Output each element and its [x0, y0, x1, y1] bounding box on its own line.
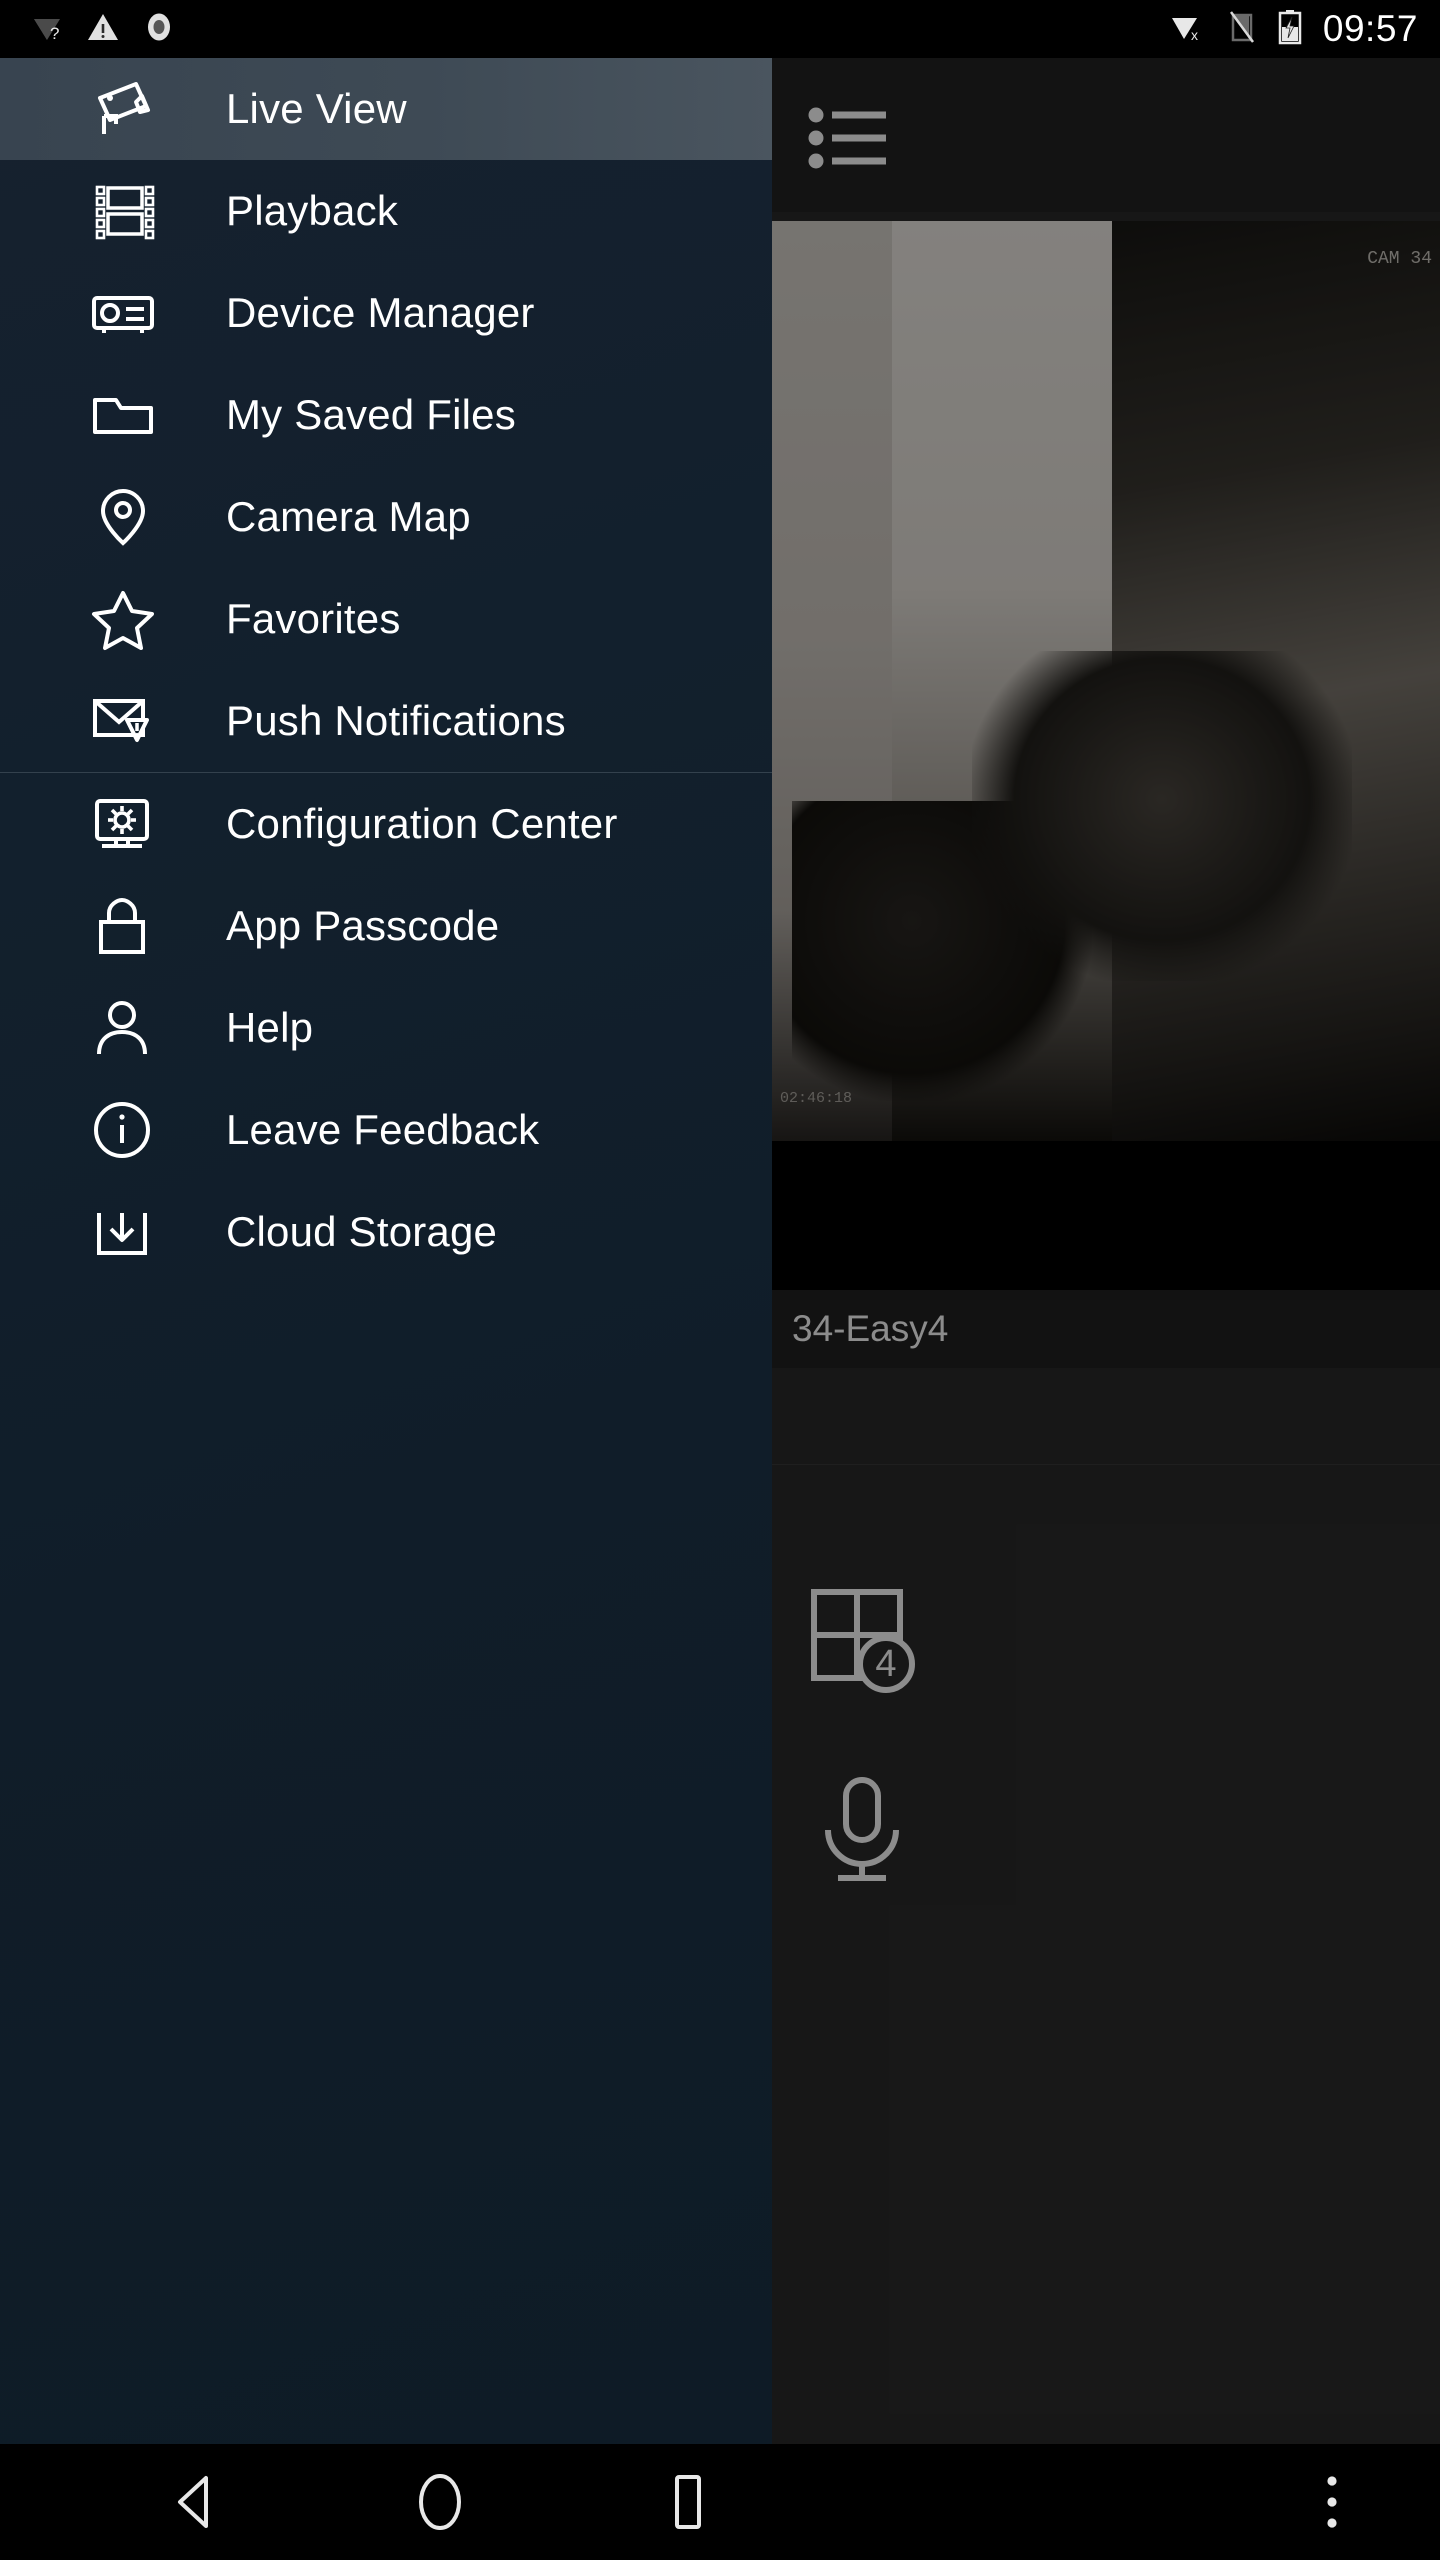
no-sim-icon: [1227, 10, 1257, 49]
menu-item-label: Device Manager: [226, 289, 535, 336]
battery-charging-icon: [1277, 9, 1303, 50]
menu-item-app-passcode[interactable]: App Passcode: [0, 875, 772, 977]
padlock-icon: [86, 889, 160, 963]
menu-item-playback[interactable]: Playback: [0, 160, 772, 262]
wifi-disconnected-icon: x: [1169, 10, 1207, 49]
menu-item-label: Playback: [226, 187, 399, 234]
menu-item-label: Leave Feedback: [226, 1106, 540, 1153]
android-nav-bar: [0, 2444, 1440, 2560]
wifi-unknown-icon: ?: [30, 10, 64, 49]
menu-item-camera-map[interactable]: Camera Map: [0, 466, 772, 568]
overflow-menu-icon[interactable]: [1272, 2444, 1392, 2560]
menu-item-label: Favorites: [226, 595, 401, 642]
menu-item-cloud-storage[interactable]: Cloud Storage: [0, 1181, 772, 1283]
drawer-menu-list: Live View Playback Device Manager My Sav…: [0, 58, 772, 1283]
cctv-camera-icon: [86, 72, 160, 146]
home-circle-icon[interactable]: [365, 2444, 515, 2560]
monitor-gear-icon: [86, 787, 160, 861]
app-screen: CAM 34 02:46:18 34-Easy4 4 Live View Pla…: [0, 0, 1440, 2560]
menu-item-label: My Saved Files: [226, 391, 516, 438]
menu-item-favorites[interactable]: Favorites: [0, 568, 772, 670]
menu-item-device-manager[interactable]: Device Manager: [0, 262, 772, 364]
navigation-drawer: Live View Playback Device Manager My Sav…: [0, 58, 772, 2444]
person-icon: [86, 991, 160, 1065]
warning-triangle-icon: [86, 10, 120, 49]
svg-text:?: ?: [50, 24, 59, 43]
menu-item-label: App Passcode: [226, 902, 500, 949]
back-triangle-icon[interactable]: [120, 2444, 270, 2560]
star-icon: [86, 582, 160, 656]
info-circle-icon: [86, 1093, 160, 1167]
film-strip-icon: [86, 174, 160, 248]
menu-item-label: Configuration Center: [226, 800, 618, 847]
map-pin-icon: [86, 480, 160, 554]
recents-square-icon[interactable]: [612, 2444, 762, 2560]
menu-item-label: Push Notifications: [226, 697, 566, 744]
dvr-device-icon: [86, 276, 160, 350]
menu-item-push-notifications[interactable]: Push Notifications: [0, 670, 772, 772]
svg-text:x: x: [1191, 27, 1198, 43]
menu-item-label: Camera Map: [226, 493, 471, 540]
menu-item-label: Help: [226, 1004, 314, 1051]
cloud-download-icon: [86, 1195, 160, 1269]
status-bar: ? x 09:57: [0, 0, 1440, 58]
menu-item-configuration-center[interactable]: Configuration Center: [0, 773, 772, 875]
record-circle-icon: [142, 10, 176, 49]
status-bar-right-icons: x 09:57: [1169, 0, 1418, 58]
menu-item-label: Cloud Storage: [226, 1208, 498, 1255]
status-bar-clock: 09:57: [1322, 8, 1418, 49]
menu-item-help[interactable]: Help: [0, 977, 772, 1079]
envelope-alert-icon: [86, 684, 160, 758]
menu-item-leave-feedback[interactable]: Leave Feedback: [0, 1079, 772, 1181]
menu-item-label: Live View: [226, 85, 407, 132]
menu-item-my-saved-files[interactable]: My Saved Files: [0, 364, 772, 466]
folder-icon: [86, 378, 160, 452]
menu-item-live-view[interactable]: Live View: [0, 58, 772, 160]
status-bar-left-icons: ?: [30, 0, 176, 58]
